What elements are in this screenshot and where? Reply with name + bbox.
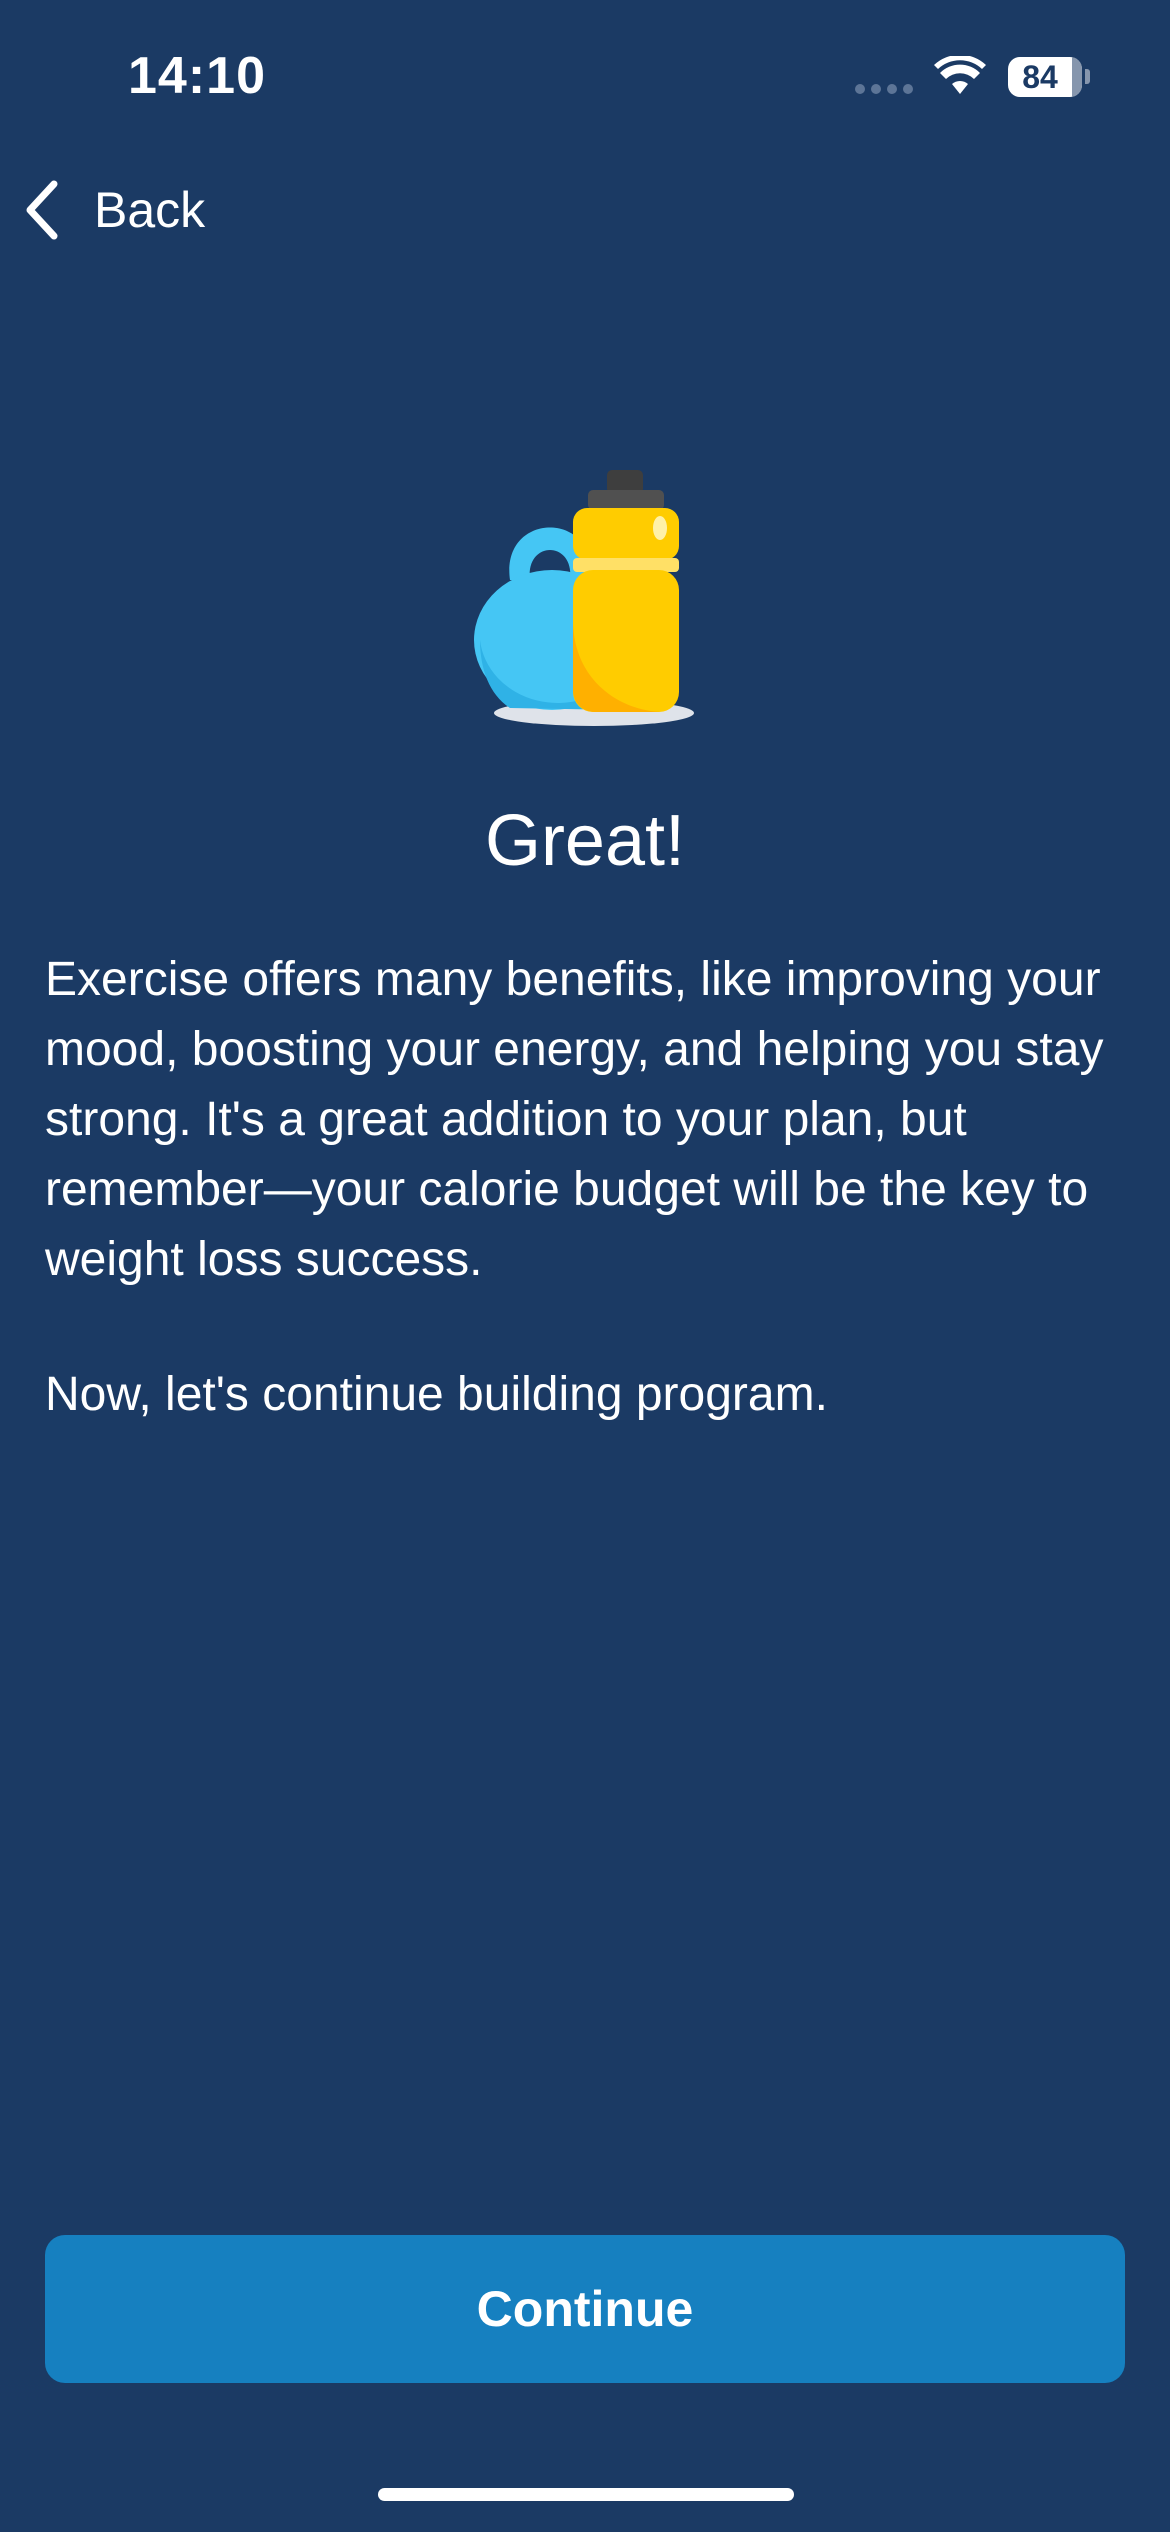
back-label: Back: [94, 182, 206, 238]
wifi-icon: [934, 56, 986, 94]
battery-indicator: 84: [1008, 57, 1082, 97]
page-title: Great!: [484, 801, 686, 881]
body-paragraph-next-step: Now, let's continue building program.: [45, 1368, 828, 1421]
battery-level: 84: [1022, 59, 1058, 95]
chevron-left-icon: [26, 180, 58, 240]
back-button[interactable]: Back: [24, 170, 205, 250]
body-paragraph: Exercise offers many benefits, like impr…: [45, 953, 1104, 1286]
continue-button[interactable]: Continue: [45, 2235, 1125, 2383]
kettlebell-water-bottle-illustration: [474, 470, 694, 726]
status-time: 14:10: [128, 47, 266, 105]
cellular-signal-icon: [855, 84, 913, 94]
home-indicator[interactable]: [378, 2488, 794, 2501]
status-bar: 14:10 84: [0, 0, 1170, 150]
battery-cap: [1085, 69, 1090, 84]
